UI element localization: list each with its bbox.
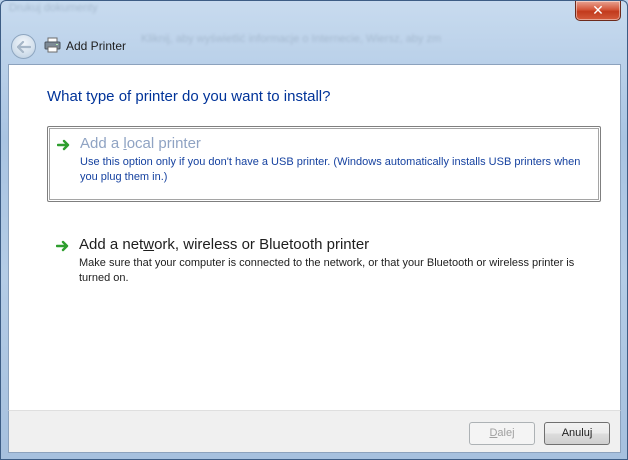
- page-heading: What type of printer do you want to inst…: [47, 88, 331, 105]
- navigation-bar: Add Printer: [1, 27, 627, 63]
- close-button[interactable]: ✕: [575, 1, 621, 21]
- window-title: Add Printer: [66, 39, 127, 53]
- close-icon: ✕: [592, 2, 604, 18]
- green-arrow-icon: [56, 240, 69, 252]
- option-local-title: Add a local printer: [80, 135, 201, 152]
- printer-icon: [44, 37, 61, 53]
- next-button[interactable]: Dalej: [469, 422, 535, 445]
- add-printer-window: Drukuj dokumenty Kliknij, aby wyświetlić…: [0, 0, 628, 460]
- blurred-background-caption: Drukuj dokumenty: [9, 2, 98, 14]
- wizard-footer: Dalej Anuluj: [8, 410, 621, 453]
- green-arrow-icon: [57, 139, 70, 151]
- back-button[interactable]: [11, 34, 36, 59]
- option-network-title: Add a network, wireless or Bluetooth pri…: [79, 236, 370, 253]
- option-add-network-printer[interactable]: Add a network, wireless or Bluetooth pri…: [47, 228, 601, 294]
- option-network-description: Make sure that your computer is connecte…: [79, 257, 575, 284]
- back-arrow-icon: [16, 40, 31, 53]
- option-add-local-printer[interactable]: Add a local printer Use this option only…: [47, 126, 601, 202]
- cancel-button[interactable]: Anuluj: [544, 422, 610, 445]
- wizard-content: What type of printer do you want to inst…: [8, 64, 621, 410]
- option-local-description: Use this option only if you don't have a…: [80, 156, 581, 183]
